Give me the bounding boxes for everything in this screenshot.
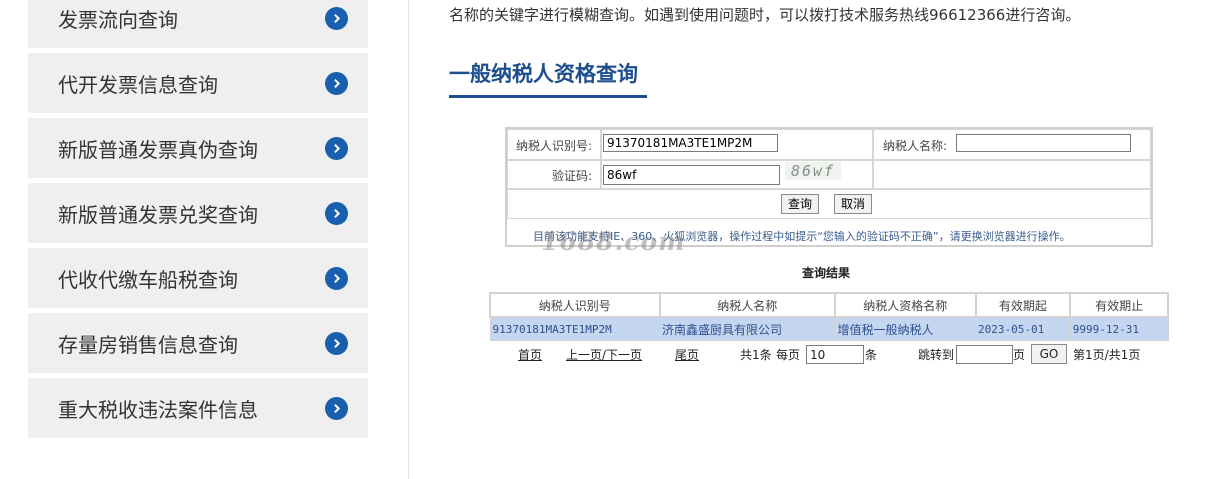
chevron-right-icon xyxy=(325,331,348,355)
pager-last-link[interactable]: 尾页 xyxy=(675,346,699,363)
table-header-row: 纳税人识别号 纳税人名称 纳税人资格名称 有效期起 有效期止 xyxy=(489,292,1169,318)
column-header: 有效期止 xyxy=(1069,292,1169,318)
title-underline xyxy=(449,95,647,98)
watermark: 1688.com xyxy=(541,227,686,256)
jump-page-input[interactable] xyxy=(956,345,1013,364)
sidebar-item-invoice-prize[interactable]: 新版普通发票兑奖查询 xyxy=(28,183,368,243)
pager-prev-next-link[interactable]: 上一页/下一页 xyxy=(566,346,642,363)
captcha-input[interactable] xyxy=(603,165,780,185)
sidebar-item-label: 存量房销售信息查询 xyxy=(58,332,238,357)
sidebar-item-label: 新版普通发票真伪查询 xyxy=(58,137,258,162)
table-cell: 济南鑫盛厨具有限公司 xyxy=(658,316,836,341)
chevron-right-icon xyxy=(325,6,348,30)
pager-per-page-label: 每页 xyxy=(776,348,801,362)
results-title: 查询结果 xyxy=(802,266,851,280)
pager-page-info: 第1页/共1页 xyxy=(1073,348,1141,362)
table-cell: 91370181MA3TE1MP2M xyxy=(489,316,660,341)
column-header: 有效期起 xyxy=(974,292,1072,318)
captcha-label: 验证码: xyxy=(552,169,593,183)
page-title: 一般纳税人资格查询 xyxy=(449,62,638,86)
sidebar-item-house-sales[interactable]: 存量房销售信息查询 xyxy=(28,313,368,373)
cancel-button[interactable]: 取消 xyxy=(834,194,873,214)
chevron-right-icon xyxy=(325,266,348,290)
taxpayer-name-input[interactable] xyxy=(956,134,1131,152)
table-cell: 增值税一般纳税人 xyxy=(834,316,977,341)
pager-per-page-unit: 条 xyxy=(865,348,878,362)
pager-total: 共1条 xyxy=(740,348,772,362)
taxpayer-name-label: 纳税人名称: xyxy=(883,139,948,153)
table-cell: 9999-12-31 xyxy=(1069,316,1169,341)
pager-jump-label: 跳转到 xyxy=(918,348,955,362)
table-cell: 2023-05-01 xyxy=(975,316,1071,341)
sidebar-item-issued-invoice[interactable]: 代开发票信息查询 xyxy=(28,53,368,113)
sidebar-item-label: 代收代缴车船税查询 xyxy=(58,267,238,292)
pager-page-unit: 页 xyxy=(1013,348,1026,362)
captcha-image[interactable]: 86wf xyxy=(785,162,841,180)
intro-text: 名称的关键字进行模糊查询。如遇到使用问题时，可以拨打技术服务热线96612366… xyxy=(449,6,1081,24)
column-header: 纳税人资格名称 xyxy=(833,292,977,318)
pager-first-link[interactable]: 首页 xyxy=(518,346,542,363)
main-content: 名称的关键字进行模糊查询。如遇到使用问题时，可以拨打技术服务热线96612366… xyxy=(409,0,1215,479)
query-form: 纳税人识别号: 纳税人名称: 验证码: 86wf 查询 取消 目前该功能支持IE… xyxy=(505,127,1153,256)
form-cell xyxy=(873,160,1151,189)
chevron-right-icon xyxy=(325,136,348,160)
chevron-right-icon xyxy=(325,71,348,95)
chevron-right-icon xyxy=(325,201,348,225)
taxpayer-id-label: 纳税人识别号: xyxy=(516,139,593,153)
chevron-right-icon xyxy=(325,396,348,420)
sidebar-item-vehicle-tax[interactable]: 代收代缴车船税查询 xyxy=(28,248,368,308)
results-table: 纳税人识别号 纳税人名称 纳税人资格名称 有效期起 有效期止 91370181M… xyxy=(489,292,1169,341)
sidebar-item-label: 重大税收违法案件信息 xyxy=(58,397,258,422)
taxpayer-id-input[interactable] xyxy=(603,134,778,152)
sidebar-item-invoice-flow[interactable]: 发票流向查询 xyxy=(28,0,368,48)
sidebar-item-invoice-verify[interactable]: 新版普通发票真伪查询 xyxy=(28,118,368,178)
column-header: 纳税人名称 xyxy=(658,292,836,318)
form-cell xyxy=(507,189,1151,219)
sidebar-item-tax-violation[interactable]: 重大税收违法案件信息 xyxy=(28,378,368,438)
go-button[interactable]: GO xyxy=(1031,344,1067,364)
query-button[interactable]: 查询 xyxy=(781,194,820,214)
sidebar-item-label: 新版普通发票兑奖查询 xyxy=(58,202,258,227)
sidebar: 发票流向查询 代开发票信息查询 新版普通发票真伪查询 新版普通发票兑奖查询 代收… xyxy=(0,0,409,479)
per-page-input[interactable] xyxy=(806,345,864,364)
sidebar-item-label: 代开发票信息查询 xyxy=(58,72,218,97)
table-row[interactable]: 91370181MA3TE1MP2M 济南鑫盛厨具有限公司 增值税一般纳税人 2… xyxy=(489,316,1169,341)
column-header: 纳税人识别号 xyxy=(489,292,661,318)
sidebar-item-label: 发票流向查询 xyxy=(58,7,178,32)
